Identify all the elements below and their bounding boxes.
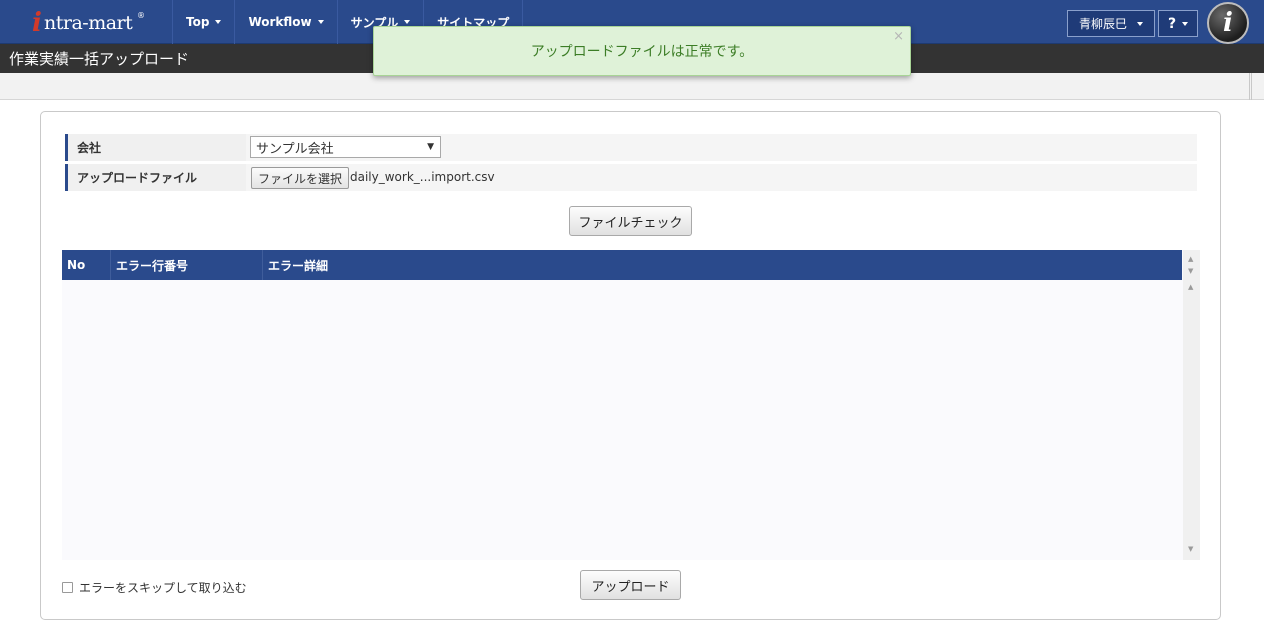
chevron-down-icon: [404, 20, 411, 24]
success-toast: アップロードファイルは正常です。 ×: [373, 26, 911, 76]
column-header-error-detail[interactable]: エラー詳細: [263, 250, 1182, 280]
chevron-down-icon: [1137, 21, 1143, 26]
company-row: 会社 サンプル会社 ▼: [65, 134, 1197, 161]
upload-file-row: アップロードファイル ファイルを選択 daily_work_...import.…: [65, 164, 1197, 191]
nav-top-label: Top: [186, 15, 210, 29]
company-select-value: サンプル会社: [256, 141, 334, 157]
nav-workflow-label: Workflow: [248, 15, 312, 29]
toolbar-area: [0, 73, 1264, 100]
company-select[interactable]: サンプル会社 ▼: [250, 136, 441, 158]
skip-errors-label: エラーをスキップして取り込む: [79, 581, 247, 595]
choose-file-button[interactable]: ファイルを選択: [251, 167, 350, 189]
dropdown-arrow-icon: ▼: [427, 142, 434, 152]
column-header-no[interactable]: No: [62, 250, 111, 280]
scroll-up-icon[interactable]: ▲: [1188, 255, 1193, 263]
chevron-down-icon: [215, 20, 222, 24]
grid-scrollbar[interactable]: ▲ ▼ ▲ ▼: [1183, 250, 1200, 560]
help-menu-button[interactable]: ?: [1158, 10, 1198, 37]
help-icon: ?: [1167, 15, 1177, 32]
user-menu-button[interactable]: 青柳辰巳: [1067, 10, 1155, 37]
scroll-down-icon[interactable]: ▼: [1188, 545, 1193, 553]
nav-workflow[interactable]: Workflow: [234, 0, 336, 44]
user-name: 青柳辰巳: [1078, 17, 1127, 31]
toolbar-divider: [1249, 73, 1252, 100]
error-grid: No エラー行番号 エラー詳細 ▲ ▼ ▲ ▼: [62, 250, 1200, 560]
nav-top[interactable]: Top: [172, 0, 234, 44]
skip-errors-option[interactable]: エラーをスキップして取り込む: [62, 579, 247, 596]
upload-file-label: アップロードファイル: [65, 164, 244, 191]
skip-errors-checkbox[interactable]: [62, 582, 73, 593]
close-icon[interactable]: ×: [893, 29, 904, 44]
logo-registered-mark: ®: [137, 11, 145, 20]
scroll-down-icon[interactable]: ▼: [1188, 267, 1193, 275]
logo-text: ntra-mart: [44, 12, 133, 34]
toast-message: アップロードファイルは正常です。: [530, 44, 754, 60]
intra-mart-logo[interactable]: i ntra-mart ®: [30, 8, 150, 38]
app-menu-icon[interactable]: i: [1207, 2, 1249, 44]
chevron-down-icon: [1182, 21, 1189, 26]
upload-file-value-cell: ファイルを選択 daily_work_...import.csv: [246, 164, 1197, 191]
file-check-button[interactable]: ファイルチェック: [569, 206, 692, 236]
app-icon-letter: i: [1223, 8, 1233, 38]
logo-i-letter: i: [32, 8, 42, 38]
grid-header: No エラー行番号 エラー詳細: [62, 250, 1182, 280]
chevron-down-icon: [317, 20, 324, 24]
scroll-up-icon[interactable]: ▲: [1188, 283, 1193, 291]
company-label: 会社: [65, 134, 244, 161]
selected-file-name: daily_work_...import.csv: [350, 170, 495, 184]
column-header-error-line[interactable]: エラー行番号: [111, 250, 263, 280]
company-value-cell: サンプル会社 ▼: [246, 134, 1197, 161]
page-title: 作業実績一括アップロード: [9, 50, 190, 68]
upload-button[interactable]: アップロード: [580, 570, 681, 600]
upload-panel: 会社 サンプル会社 ▼ アップロードファイル ファイルを選択 daily_wor…: [40, 111, 1221, 620]
